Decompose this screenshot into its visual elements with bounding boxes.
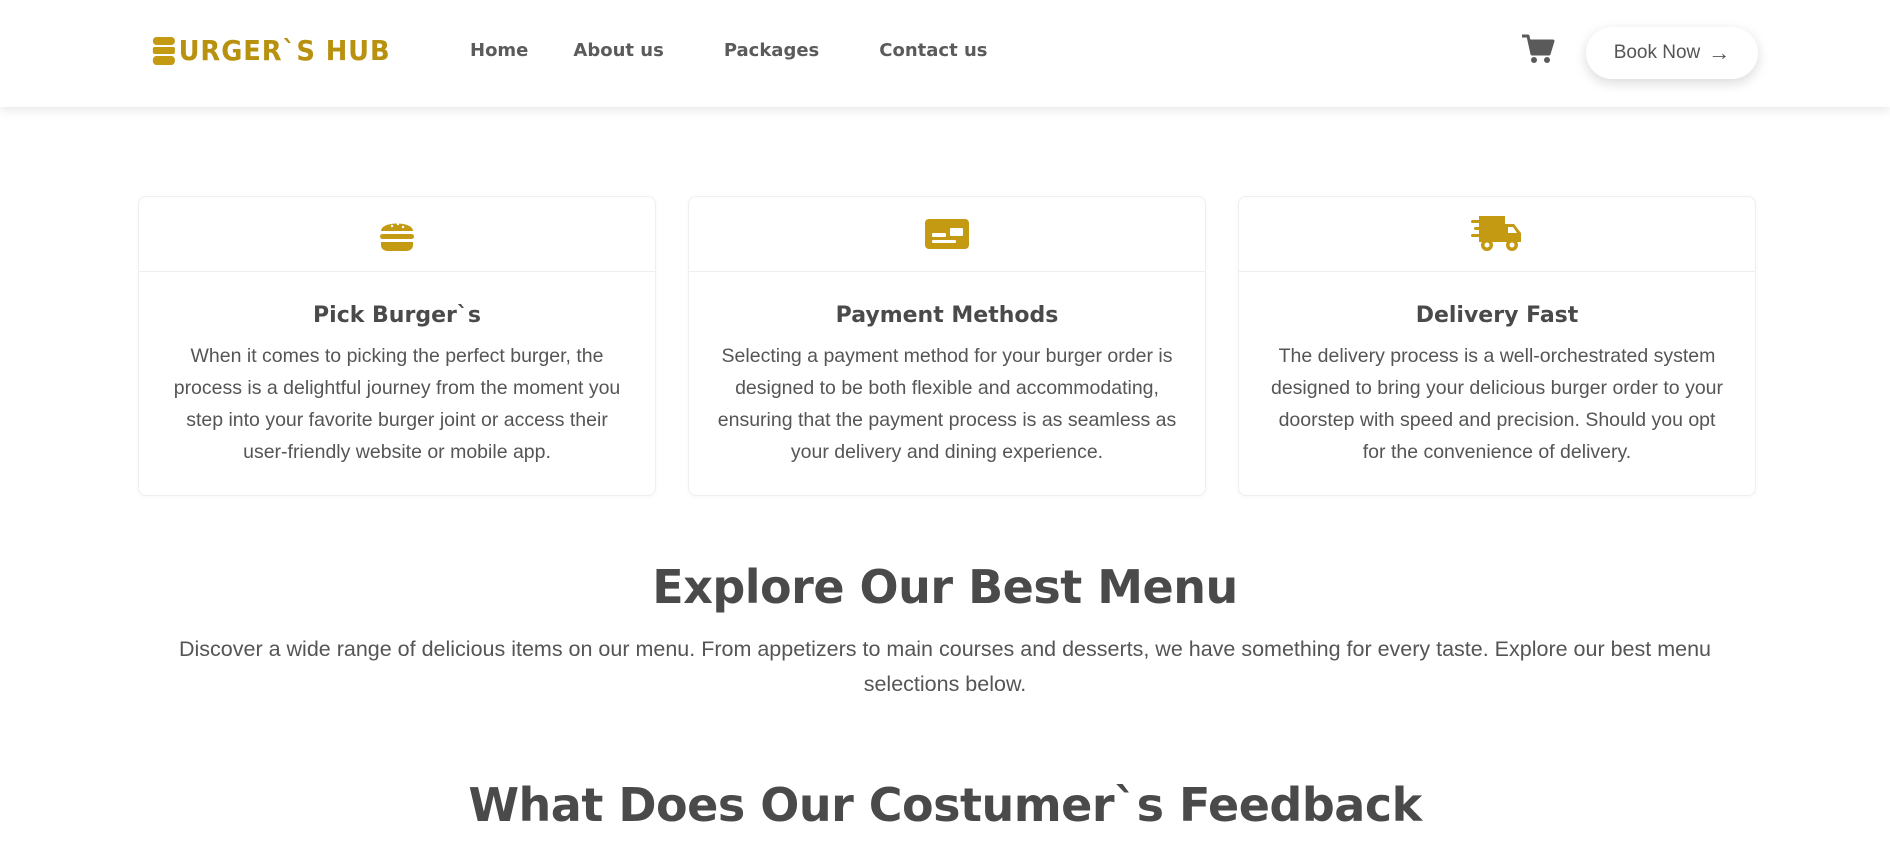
nav-contact-us[interactable]: Contact us xyxy=(879,40,987,61)
nav-home[interactable]: Home xyxy=(470,40,528,61)
site-header: URGER`S HUB Home About us Packages Conta… xyxy=(0,0,1890,107)
delivery-truck-icon xyxy=(1471,216,1521,251)
menu-section-title: Explore Our Best Menu xyxy=(652,560,1238,614)
feature-card: Payment Methods Selecting a payment meth… xyxy=(688,196,1206,496)
feature-card: Pick Burger`s When it comes to picking t… xyxy=(138,196,656,496)
card-text: The delivery process is a well-orchestra… xyxy=(1270,345,1723,463)
nav-packages[interactable]: Packages xyxy=(724,40,819,61)
book-now-button[interactable]: Book Now → xyxy=(1586,27,1758,79)
burger-logo-icon xyxy=(152,36,175,65)
menu-section-description: Discover a wide range of delicious items… xyxy=(178,637,1711,696)
card-title: Pick Burger`s xyxy=(313,303,481,328)
card-text: When it comes to picking the perfect bur… xyxy=(173,345,621,463)
logo-text: URGER`S HUB xyxy=(178,34,391,67)
card-title: Payment Methods xyxy=(835,303,1059,328)
card-icon-area xyxy=(1239,197,1755,272)
card-icon-area xyxy=(139,197,655,272)
cart-icon[interactable] xyxy=(1521,32,1555,66)
feedback-section-title: What Does Our Costumer`s Feedback xyxy=(468,778,1422,832)
main-nav: Home About us Packages Contact us xyxy=(470,40,1032,61)
card-icon-area xyxy=(689,197,1205,272)
logo[interactable]: URGER`S HUB xyxy=(151,34,391,67)
card-text: Selecting a payment method for your burg… xyxy=(717,345,1177,463)
arrow-right-icon: → xyxy=(1708,40,1731,65)
card-title: Delivery Fast xyxy=(1415,303,1579,328)
feature-cards: Pick Burger`s When it comes to picking t… xyxy=(138,196,1756,496)
feature-card: Delivery Fast The delivery process is a … xyxy=(1238,196,1756,496)
nav-about-us[interactable]: About us xyxy=(573,40,663,61)
credit-card-icon xyxy=(925,219,969,249)
burger-icon xyxy=(380,222,414,251)
book-now-label: Book Now xyxy=(1613,42,1701,63)
